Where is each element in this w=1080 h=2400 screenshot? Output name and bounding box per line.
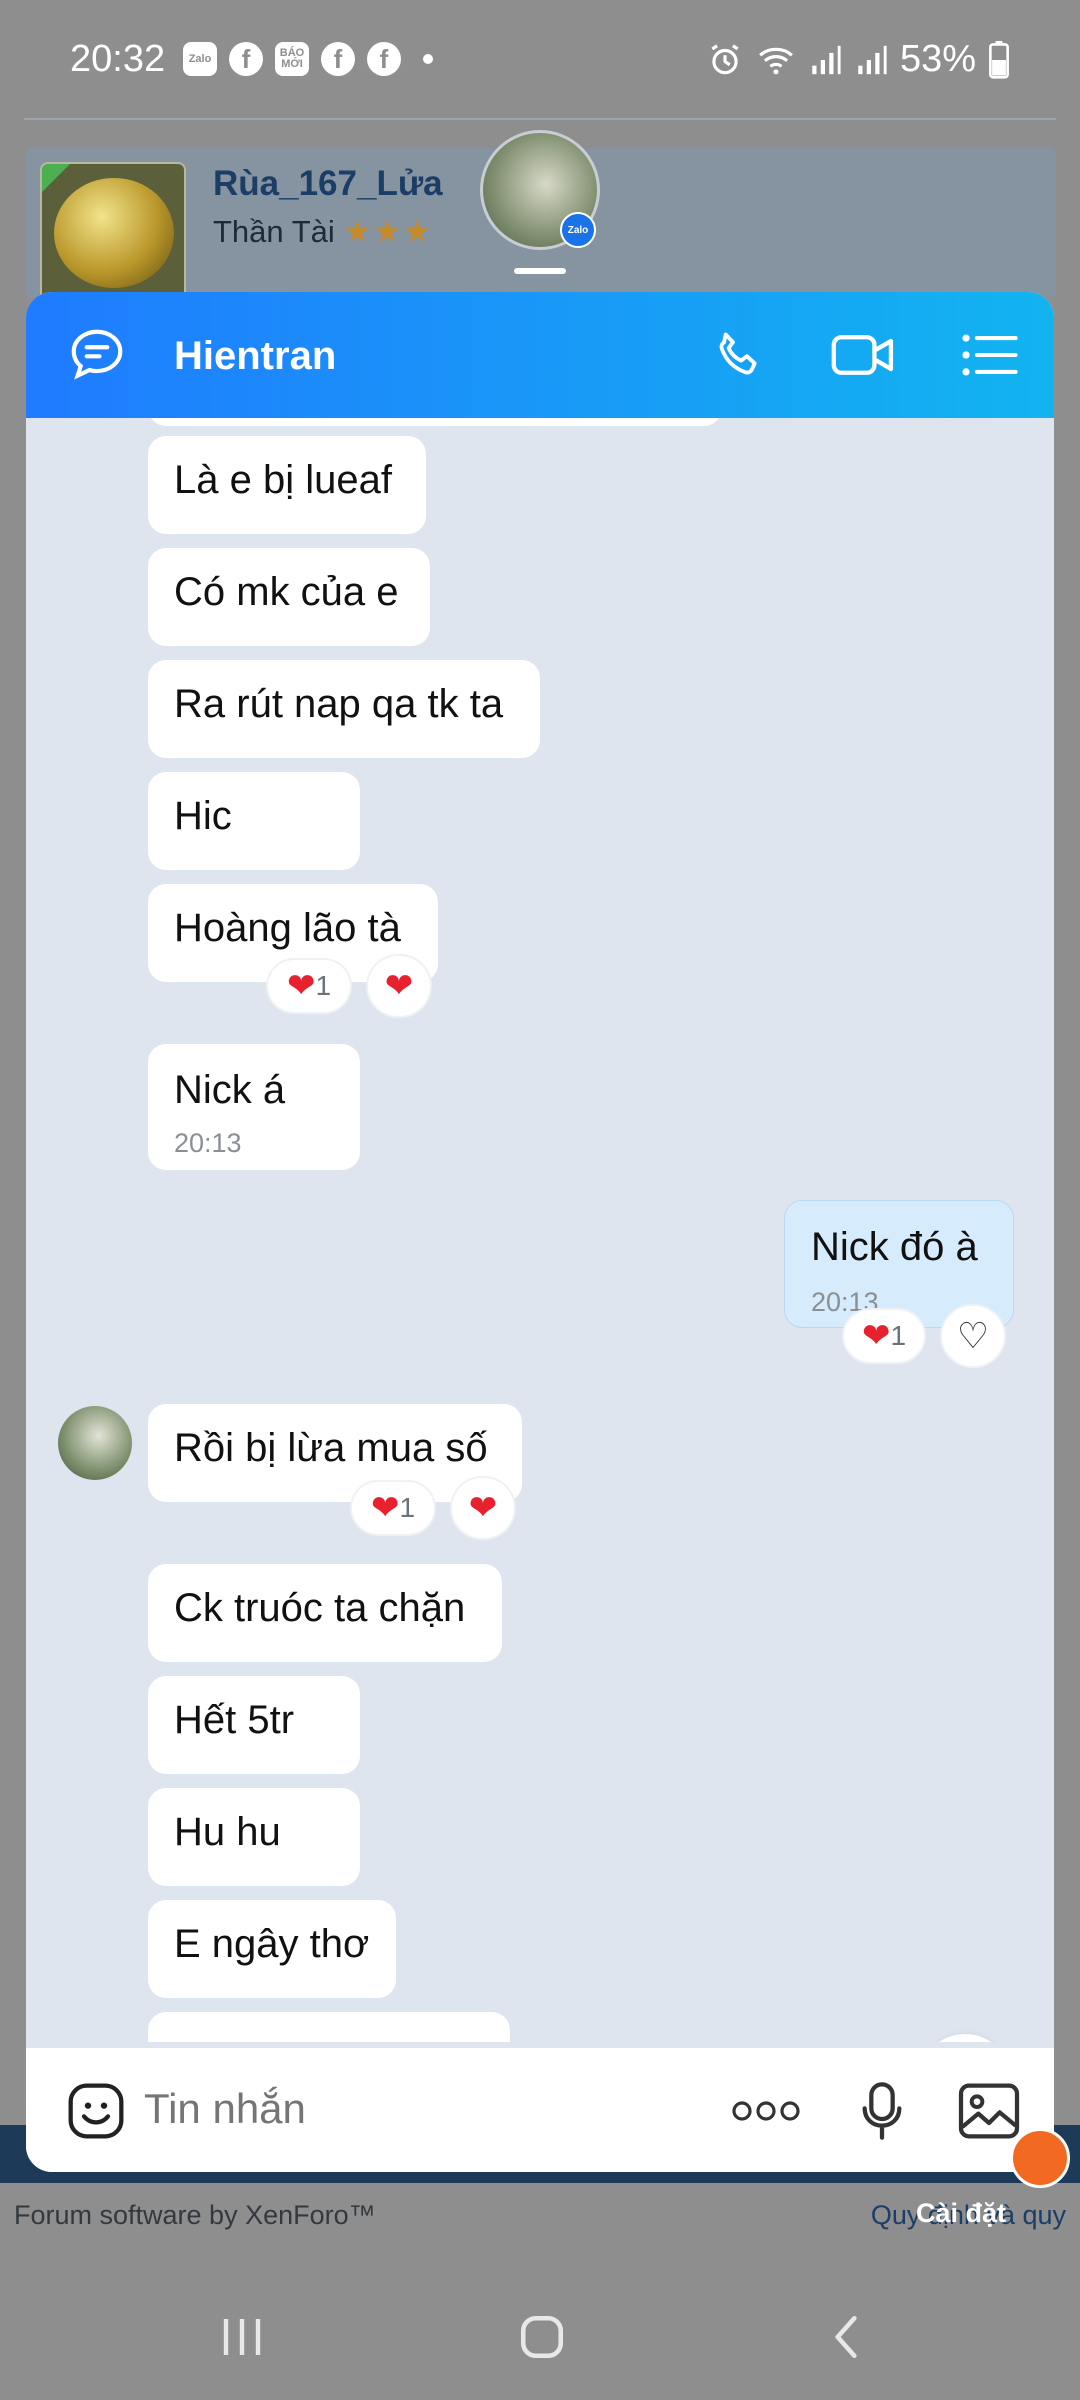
divider bbox=[24, 118, 1056, 120]
heart-outline-icon: ♡ bbox=[956, 1315, 990, 1356]
message-bubble[interactable]: Có mk của e bbox=[148, 548, 430, 646]
video-call-icon[interactable] bbox=[828, 320, 898, 390]
signal-icon bbox=[812, 45, 841, 74]
user-rank-label: Thần Tài bbox=[213, 214, 335, 249]
reaction-count[interactable]: ❤ 1 bbox=[268, 960, 350, 1012]
facebook-notification-icon: f bbox=[321, 42, 355, 76]
home-button[interactable] bbox=[502, 2305, 582, 2369]
navigation-bar bbox=[0, 2275, 1080, 2400]
facebook-notification-icon: f bbox=[367, 42, 401, 76]
chat-window: Hientran Là e bị lueaf Có mk của e Ra rú… bbox=[26, 292, 1054, 2172]
sticker-emoji-icon[interactable] bbox=[60, 2076, 132, 2146]
baomoi-notification-icon: BÁO MỚI bbox=[275, 42, 309, 76]
image-gallery-icon[interactable] bbox=[954, 2076, 1024, 2146]
message-input-bar bbox=[26, 2048, 1054, 2172]
message-list[interactable]: Là e bị lueaf Có mk của e Ra rút nap qa … bbox=[26, 418, 1054, 2042]
scroll-to-bottom-button[interactable] bbox=[918, 2034, 1012, 2042]
chat-header: Hientran bbox=[26, 292, 1054, 418]
message-text: Hoàng lão tà bbox=[174, 906, 401, 950]
message-text: Ra rút nap qa tk ta bbox=[174, 682, 504, 726]
settings-button[interactable]: Cài đặt bbox=[916, 2198, 1006, 2229]
status-time: 20:32 bbox=[70, 38, 166, 80]
microphone-icon[interactable] bbox=[852, 2076, 912, 2146]
home-icon bbox=[520, 2315, 564, 2359]
heart-icon: ❤ bbox=[468, 1489, 498, 1527]
message-bubble[interactable]: Hết 5tr bbox=[148, 1676, 360, 1774]
message-bubble[interactable]: Hic bbox=[148, 772, 360, 870]
status-bar: 20:32 Zalo f BÁO MỚI f f 53% bbox=[0, 0, 1080, 120]
phone-call-icon[interactable] bbox=[704, 320, 774, 390]
message-text: E ngây thơ bbox=[174, 1922, 370, 1966]
battery-percent: 53% bbox=[899, 38, 976, 80]
message-text: Nick đó à bbox=[811, 1225, 978, 1269]
message-text: Ck truóc ta chặn bbox=[174, 1586, 466, 1630]
message-text: Là e bị lueaf bbox=[174, 458, 392, 502]
message-text: Nick á bbox=[174, 1068, 286, 1112]
chat-head-handle[interactable] bbox=[514, 268, 566, 274]
back-chevron-icon bbox=[835, 2315, 857, 2359]
heart-icon: ❤ bbox=[286, 967, 316, 1005]
heart-icon: ❤ bbox=[861, 1317, 891, 1355]
heart-icon: ❤ bbox=[370, 1489, 400, 1527]
reaction-count[interactable]: ❤ 1 bbox=[844, 1310, 924, 1362]
alarm-icon bbox=[711, 43, 739, 74]
chat-bubble-launcher-icon[interactable] bbox=[1010, 2128, 1070, 2188]
battery-icon bbox=[989, 40, 1009, 79]
more-options-icon[interactable] bbox=[726, 2076, 806, 2146]
react-heart-button[interactable]: ❤ bbox=[452, 1478, 514, 1538]
rank-stars-icon: ★★★ bbox=[343, 214, 433, 249]
recent-apps-icon bbox=[223, 2319, 261, 2355]
message-time: 20:13 bbox=[174, 1128, 242, 1158]
notification-icons: Zalo f BÁO MỚI f f bbox=[183, 42, 433, 76]
message-text: Hết 5tr bbox=[174, 1698, 295, 1742]
forum-footer-credit[interactable]: Forum software by XenForo™ bbox=[14, 2200, 376, 2231]
contact-name: Hientran bbox=[174, 334, 337, 378]
message-input[interactable] bbox=[144, 2076, 704, 2142]
turtle-avatar-image bbox=[54, 178, 174, 288]
chat-bubble-icon[interactable] bbox=[62, 320, 132, 390]
message-bubble[interactable]: Là e bị lueaf bbox=[148, 436, 426, 534]
wifi-icon bbox=[759, 47, 793, 74]
zalo-notification-icon: Zalo bbox=[183, 42, 217, 76]
message-text: Có mk của e bbox=[174, 570, 399, 614]
react-heart-button[interactable]: ♡ bbox=[942, 1306, 1004, 1366]
facebook-notification-icon: f bbox=[229, 42, 263, 76]
forum-user-title: Thần Tài ★★★ bbox=[213, 214, 433, 250]
message-bubble-partial bbox=[148, 2012, 510, 2042]
reaction-count[interactable]: ❤ 1 bbox=[352, 1482, 434, 1534]
message-bubble[interactable]: Ck truóc ta chặn bbox=[148, 1564, 502, 1662]
signal-icon bbox=[858, 45, 887, 74]
user-avatar[interactable] bbox=[40, 162, 186, 308]
back-button[interactable] bbox=[806, 2305, 886, 2369]
react-heart-button[interactable]: ❤ bbox=[368, 956, 430, 1016]
message-bubble[interactable]: Nick á 20:13 bbox=[148, 1044, 360, 1170]
more-notifications-dot bbox=[423, 54, 433, 64]
forum-username[interactable]: Rùa_167_Lửa bbox=[213, 164, 443, 204]
zalo-badge-icon: Zalo bbox=[560, 212, 596, 248]
message-text: Rồi bị lừa mua số bbox=[174, 1426, 488, 1470]
status-right: 53% bbox=[706, 38, 1010, 81]
message-text: Hic bbox=[174, 794, 232, 838]
heart-icon: ❤ bbox=[384, 967, 414, 1005]
online-flag bbox=[42, 164, 70, 192]
recent-apps-button[interactable] bbox=[202, 2305, 282, 2369]
message-text: Hu hu bbox=[174, 1810, 281, 1854]
message-bubble[interactable]: Hu hu bbox=[148, 1788, 360, 1886]
message-bubble[interactable]: E ngây thơ bbox=[148, 1900, 396, 1998]
menu-list-icon[interactable] bbox=[954, 320, 1024, 390]
message-bubble-partial bbox=[148, 418, 722, 426]
sender-avatar[interactable] bbox=[58, 1406, 132, 1480]
message-bubble[interactable]: Ra rút nap qa tk ta bbox=[148, 660, 540, 758]
